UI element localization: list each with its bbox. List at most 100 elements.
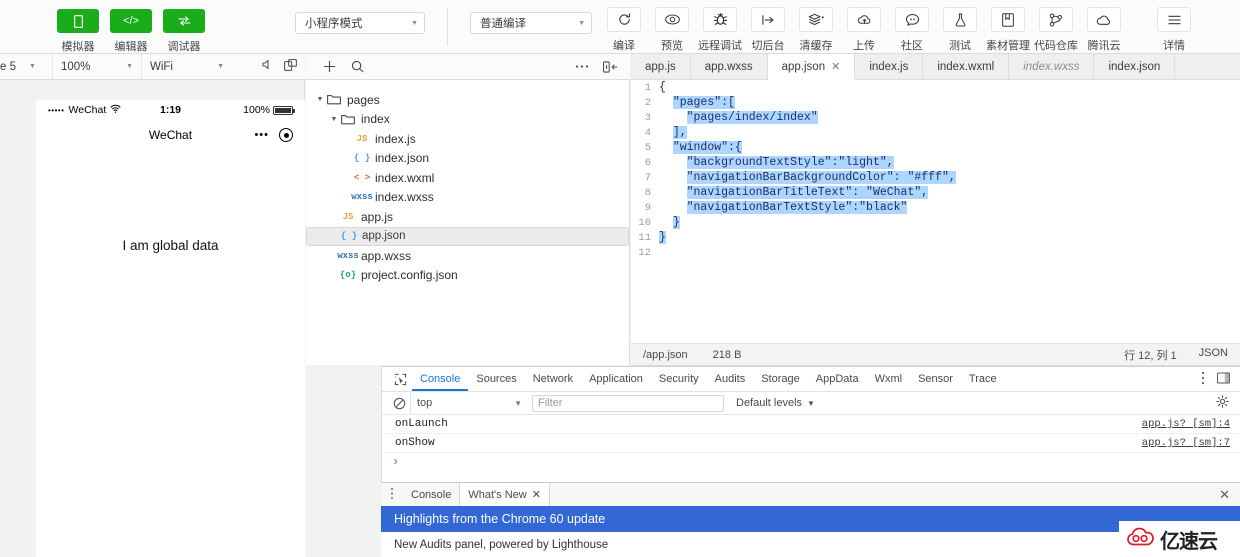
devtools-tab-trace[interactable]: Trace [961, 367, 1005, 391]
code-line: 6 "backgroundTextStyle":"light", [631, 155, 1240, 170]
editor-tab[interactable]: app.js [631, 54, 691, 79]
detail-button[interactable]: 详情 [1150, 7, 1198, 53]
remote-debug-button[interactable]: 远程调试 [696, 7, 744, 53]
more-icon[interactable] [568, 64, 596, 69]
tencent-cloud-button[interactable]: 腾讯云 [1080, 7, 1128, 53]
tree-item[interactable]: < > index.wxml [306, 168, 629, 188]
console-prompt[interactable]: › [382, 453, 1240, 471]
js-file-icon: JS [342, 211, 354, 222]
community-button[interactable]: 社区 [888, 7, 936, 53]
gear-icon[interactable] [1216, 395, 1240, 411]
devtools-tab-sensor[interactable]: Sensor [910, 367, 961, 391]
kebab-menu-icon[interactable] [1201, 371, 1205, 388]
compile-select[interactable]: 普通编译 ▼ [470, 12, 592, 34]
code-selection: "navigationBarBackgroundColor": "#fff", [686, 171, 956, 184]
devtools-tab-appdata[interactable]: AppData [808, 367, 867, 391]
phone-content: I am global data [36, 150, 305, 557]
simulator-toggle-button[interactable]: 模拟器 [57, 9, 99, 54]
console-context-select[interactable]: top ▼ [410, 392, 528, 414]
debugger-toggle-button[interactable]: 调试器 [163, 9, 205, 54]
mode-select[interactable]: 小程序模式 ▼ [295, 12, 425, 34]
more-icon[interactable]: ••• [254, 129, 269, 141]
device-select-value: e 5 [0, 60, 16, 73]
dock-icon[interactable] [1217, 371, 1230, 387]
close-icon[interactable]: ✕ [831, 60, 840, 73]
tree-item[interactable]: wxss index.wxss [306, 188, 629, 208]
editor-tab[interactable]: app.json ✕ [767, 54, 856, 80]
add-icon[interactable] [315, 60, 343, 73]
code-selection: } [672, 216, 680, 229]
assets-icon [991, 7, 1025, 32]
devtools-tab-wxml[interactable]: Wxml [867, 367, 911, 391]
file-tree[interactable]: ▼ pages ▼ index JS index.js { } index.json < > in… [306, 80, 630, 365]
upload-button[interactable]: 上传 [840, 7, 888, 53]
console-message-source[interactable]: app.js? [sm]:4 [1142, 418, 1230, 430]
phone-icon [57, 9, 99, 33]
code-text: "backgroundTextStyle":"light", [659, 156, 894, 169]
zoom-select[interactable]: 100% ▼ [53, 54, 141, 79]
tree-item[interactable]: ▼ index [306, 110, 629, 130]
preview-button[interactable]: 预览 [648, 7, 696, 53]
devtools-tab-sources[interactable]: Sources [468, 367, 524, 391]
devtools-tab-console[interactable]: Console [412, 367, 468, 391]
tree-item[interactable]: JS app.js [306, 207, 629, 227]
editor-tab[interactable]: index.js [855, 54, 924, 79]
code-selection: "pages":[ [672, 96, 735, 109]
console-levels-select[interactable]: Default levels ▼ [736, 397, 815, 409]
devtools-tab-security[interactable]: Security [651, 367, 707, 391]
devtools-tab-audits[interactable]: Audits [707, 367, 754, 391]
chevron-down-icon: ▼ [126, 63, 133, 70]
inspect-cursor-icon[interactable] [388, 373, 412, 386]
test-button[interactable]: 测试 [936, 7, 984, 53]
tree-item[interactable]: JS index.js [306, 129, 629, 149]
editor-language[interactable]: JSON [1199, 347, 1228, 363]
devtools-tab-application[interactable]: Application [581, 367, 651, 391]
editor-tab[interactable]: app.wxss [691, 54, 768, 79]
devtools-tab-storage[interactable]: Storage [753, 367, 808, 391]
search-icon[interactable] [343, 60, 371, 73]
drawer-close-button[interactable]: ✕ [1219, 487, 1240, 503]
chevron-down-icon: ▼ [807, 398, 815, 408]
assets-manage-button[interactable]: 素材管理 [984, 7, 1032, 53]
tree-item[interactable]: { } index.json [306, 149, 629, 169]
target-icon[interactable] [279, 128, 293, 142]
whats-new-item[interactable]: New Audits panel, powered by Lighthouse [381, 532, 1240, 557]
console-filter-input[interactable]: Filter [532, 394, 724, 412]
editor-tabs[interactable]: app.js app.wxss app.json ✕ index.js index.wxm… [631, 54, 1240, 80]
console-message-text: onShow [395, 437, 435, 449]
phone-status-bar: ••••• WeChat 1:19 100% [36, 100, 305, 120]
tree-item[interactable]: wxss app.wxss [306, 246, 629, 266]
rotate-icon[interactable] [284, 59, 297, 74]
collapse-panel-icon[interactable] [596, 60, 624, 73]
editor-tab[interactable]: index.wxml [923, 54, 1010, 79]
chevron-down-icon[interactable]: ▼ [314, 96, 326, 103]
network-select[interactable]: WiFi ▼ [142, 54, 232, 79]
chevron-down-icon[interactable]: ▼ [328, 116, 340, 123]
drawer-tab-console[interactable]: Console [403, 484, 459, 506]
editor-toggle-button[interactable]: </> 编辑器 [110, 9, 152, 54]
background-button[interactable]: 切后台 [744, 7, 792, 53]
kebab-menu-icon[interactable] [381, 487, 403, 503]
device-select[interactable]: e 5 ▼ [0, 54, 52, 79]
compile-button[interactable]: 编译 [600, 7, 648, 53]
phone-capsule: ••• [254, 128, 293, 142]
code-text: "navigationBarTextStyle":"black" [659, 201, 908, 214]
toolbar-actions: 编译 预览 远程调试 切后台 清缓存 上传 社区 测试 素材管理 代码仓库 腾讯… [600, 0, 1198, 53]
close-icon[interactable]: ✕ [532, 488, 541, 501]
code-repo-button[interactable]: 代码仓库 [1032, 7, 1080, 53]
tree-item[interactable]: {o} project.config.json [306, 266, 629, 286]
tree-item[interactable]: { } app.json [306, 226, 629, 246]
code-editor[interactable]: 1{2 "pages":[3 "pages/index/index" 4 ], 5 … [631, 80, 1240, 343]
clear-cache-button[interactable]: 清缓存 [792, 7, 840, 53]
editor-tab[interactable]: index.json [1094, 54, 1176, 79]
code-selection: } [659, 231, 666, 244]
editor-tab[interactable]: index.wxss [1009, 54, 1095, 79]
tree-item[interactable]: ▼ pages [306, 90, 629, 110]
console-message-source[interactable]: app.js? [sm]:7 [1142, 437, 1230, 449]
code-selection: "pages/index/index" [686, 111, 818, 124]
drawer-tab-whats-new[interactable]: What's New ✕ [459, 483, 550, 506]
clear-console-icon[interactable] [388, 397, 410, 410]
volume-icon[interactable] [262, 59, 274, 74]
devtools-tab-network[interactable]: Network [525, 367, 581, 391]
js-file-icon: JS [356, 133, 368, 144]
